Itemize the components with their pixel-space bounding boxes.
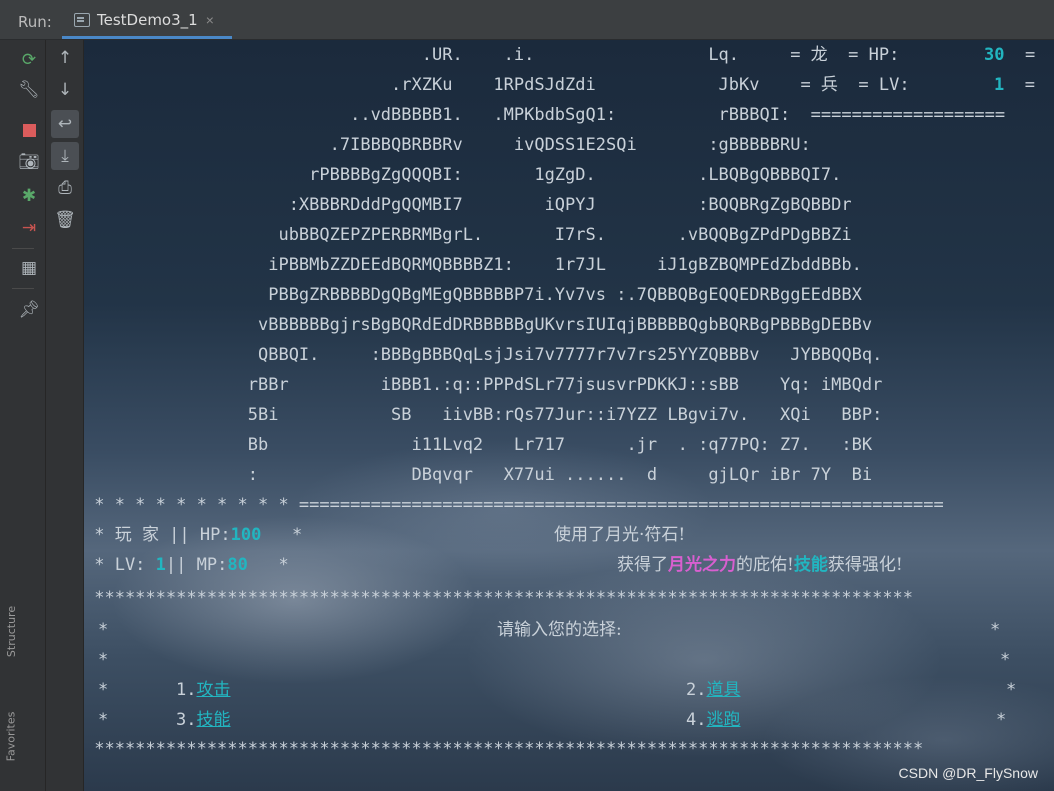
menu-left-star: * bbox=[98, 620, 109, 640]
debug-icon[interactable]: ✱ bbox=[15, 182, 43, 210]
run-tool-window-header: Run: TestDemo3_1 × bbox=[0, 0, 1054, 40]
ascii-art-line: vBBBBBBgjrsBgBQRdEdDRBBBBBgUKvrsIUIqjBBB… bbox=[84, 315, 873, 335]
tab-testdemo3-1[interactable]: TestDemo3_1 × bbox=[62, 4, 232, 39]
dragon-lv-value: 1 bbox=[994, 75, 1005, 95]
option-number: 2. bbox=[686, 680, 707, 700]
tab-title: TestDemo3_1 bbox=[97, 11, 198, 29]
arrow-down-icon[interactable]: ↓ bbox=[51, 76, 79, 104]
menu-right-star: * bbox=[1006, 680, 1017, 700]
menu-left-star: * bbox=[98, 680, 109, 700]
option-skill[interactable]: 3.技能 bbox=[176, 705, 230, 735]
menu-left-star: * bbox=[98, 710, 109, 730]
lv-prefix: * LV: bbox=[84, 555, 156, 575]
gain-mid: 的庇佑! bbox=[736, 555, 794, 575]
option-number: 4. bbox=[686, 710, 707, 730]
rerun-icon[interactable]: ⟳ bbox=[15, 46, 43, 74]
ascii-art-line: iPBBMbZZDEEdBQRMQBBBBZ1: 1r7JL iJ1gBZBQM… bbox=[84, 255, 862, 275]
ascii-art-line: PBBgZRBBBBDgQBgMEgQBBBBBP7i.Yv7vs :.7QBB… bbox=[84, 285, 862, 305]
stop-icon[interactable] bbox=[15, 116, 43, 144]
ascii-art-line: rBBr iBBB1.:q::PPPdSLr77jsusvrPDKKJ::sBB… bbox=[84, 375, 883, 395]
skill-link[interactable]: 技能 bbox=[196, 710, 230, 730]
ascii-art-line: .7IBBBQBRBBRv ivQDSS1E2SQi :gBBBBBRU: bbox=[84, 135, 811, 155]
run-label: Run: bbox=[18, 13, 52, 31]
buff-message: 获得了月光之力的庇佑!技能获得强化! bbox=[617, 550, 903, 580]
menu-right-star: * bbox=[996, 710, 1007, 730]
layout-icon[interactable]: ▦ bbox=[15, 254, 43, 282]
lv-mid: * bbox=[247, 555, 289, 575]
menu-left-star: * bbox=[98, 650, 109, 670]
console-actions-toolbar: ↑ ↓ ↩ ⤓ ⎙ 🗑︎ bbox=[46, 40, 84, 791]
run-actions-toolbar: ⟳ 🔧︎ 📷︎ ✱ ⇥ ▦ 📌︎ Structure Favorites bbox=[0, 40, 46, 791]
menu-prompt: 请输入您的选择: bbox=[497, 620, 622, 640]
ascii-art-line: Bb i11Lvq2 Lr717 .jr . :q77PQ: Z7. :BK bbox=[84, 435, 873, 455]
player-lv-line: * LV: 1|| MP:80 * bbox=[84, 550, 289, 580]
soft-wrap-icon[interactable]: ↩ bbox=[51, 110, 79, 138]
exit-icon[interactable]: ⇥ bbox=[15, 214, 43, 242]
console-output[interactable]: .UR. .i. Lq. = 龙 = HP: .rXZKu 1RPdSJdZdi… bbox=[84, 40, 1054, 791]
trash-icon[interactable]: 🗑︎ bbox=[51, 206, 79, 234]
ascii-art-line: .UR. .i. Lq. = 龙 = HP: bbox=[84, 45, 900, 65]
print-icon[interactable]: ⎙ bbox=[51, 174, 79, 202]
menu-right-star: * bbox=[1000, 650, 1011, 670]
escape-link[interactable]: 逃跑 bbox=[706, 710, 740, 730]
toolbar-divider bbox=[12, 288, 34, 289]
used-item-message: 使用了月光·符石! bbox=[554, 525, 686, 545]
gain-post: 获得强化! bbox=[827, 555, 903, 575]
skill-text: 技能 bbox=[793, 555, 828, 575]
option-escape[interactable]: 4.逃跑 bbox=[686, 705, 740, 735]
ascii-art-line: 5Bi SB iivBB:rQs77Jur::i7YZZ LBgvi7v. XQ… bbox=[84, 405, 883, 425]
console-icon bbox=[74, 13, 90, 27]
gain-pre: 获得了 bbox=[617, 555, 668, 575]
ascii-art-line: .rXZKu 1RPdSJdZdi JbKv = 兵 = LV: bbox=[84, 75, 910, 95]
player-hp-line: * 玩 家 || HP:100 * bbox=[84, 520, 302, 550]
star-border-bottom: ****************************************… bbox=[84, 739, 924, 759]
option-attack[interactable]: 1.攻击 bbox=[176, 675, 230, 705]
option-number: 3. bbox=[176, 710, 197, 730]
close-tab-icon[interactable]: × bbox=[206, 12, 214, 28]
ascii-art-line: QBBQI. :BBBgBBBQqLsjJsi7v7777r7v7rs25YYZ… bbox=[84, 345, 883, 365]
dragon-hp-value: 30 bbox=[984, 45, 1005, 65]
lv-tail: = bbox=[1004, 75, 1035, 95]
option-number: 1. bbox=[176, 680, 197, 700]
star-border-top: ****************************************… bbox=[84, 588, 914, 608]
watermark: CSDN @DR_FlySnow bbox=[898, 765, 1038, 781]
camera-icon[interactable]: 📷︎ bbox=[15, 148, 43, 176]
wrench-icon[interactable]: 🔧︎ bbox=[15, 76, 43, 104]
attack-link[interactable]: 攻击 bbox=[196, 680, 230, 700]
hp-tail: = bbox=[1004, 45, 1036, 65]
ascii-art-line: rPBBBBgZgQQQBI: 1gZgD. .LBQBgQBBBQI7. bbox=[84, 165, 842, 185]
moon-power-text: 月光之力 bbox=[668, 555, 736, 575]
player-hp-value: 100 bbox=[230, 525, 262, 545]
structure-tool-label[interactable]: Structure bbox=[5, 606, 18, 657]
option-item[interactable]: 2.道具 bbox=[686, 675, 740, 705]
lv-value-line: 1 = bbox=[994, 70, 1035, 100]
hp-value-line: 30 = bbox=[984, 40, 1035, 70]
toolbar-divider bbox=[12, 248, 34, 249]
player-mp-value: 80 bbox=[227, 555, 248, 575]
ascii-art-line: :XBBBRDddPgQQMBI7 iQPYJ :BQQBRgZgBQBBDr bbox=[84, 195, 852, 215]
scroll-to-end-icon[interactable]: ⤓ bbox=[51, 142, 79, 170]
ascii-art-line: ubBBQZEPZPERBRMBgrL. I7rS. .vBQQBgZPdPDg… bbox=[84, 225, 852, 245]
menu-right-star: * bbox=[990, 620, 1001, 640]
item-link[interactable]: 道具 bbox=[706, 680, 740, 700]
separator-line: * * * * * * * * * * ====================… bbox=[84, 495, 944, 515]
ascii-art-line: ..vdBBBBB1. .MPKbdbSgQ1: rBBBQI: =======… bbox=[84, 105, 1006, 125]
pin-icon[interactable]: 📌︎ bbox=[15, 296, 43, 324]
favorites-tool-label[interactable]: Favorites bbox=[4, 712, 17, 762]
ascii-art-line: : DBqvqr X77ui ...... d gjLQr iBr 7Y Bi bbox=[84, 465, 873, 485]
player-mid: * bbox=[261, 525, 303, 545]
mp-prefix: || MP: bbox=[165, 555, 228, 575]
player-prefix: * 玩 家 || HP: bbox=[84, 525, 231, 545]
arrow-up-icon[interactable]: ↑ bbox=[51, 44, 79, 72]
player-lv-value: 1 bbox=[155, 555, 166, 575]
ide-run-window: Run: TestDemo3_1 × ⟳ 🔧︎ 📷︎ ✱ ⇥ ▦ 📌︎ Stru… bbox=[0, 0, 1054, 791]
